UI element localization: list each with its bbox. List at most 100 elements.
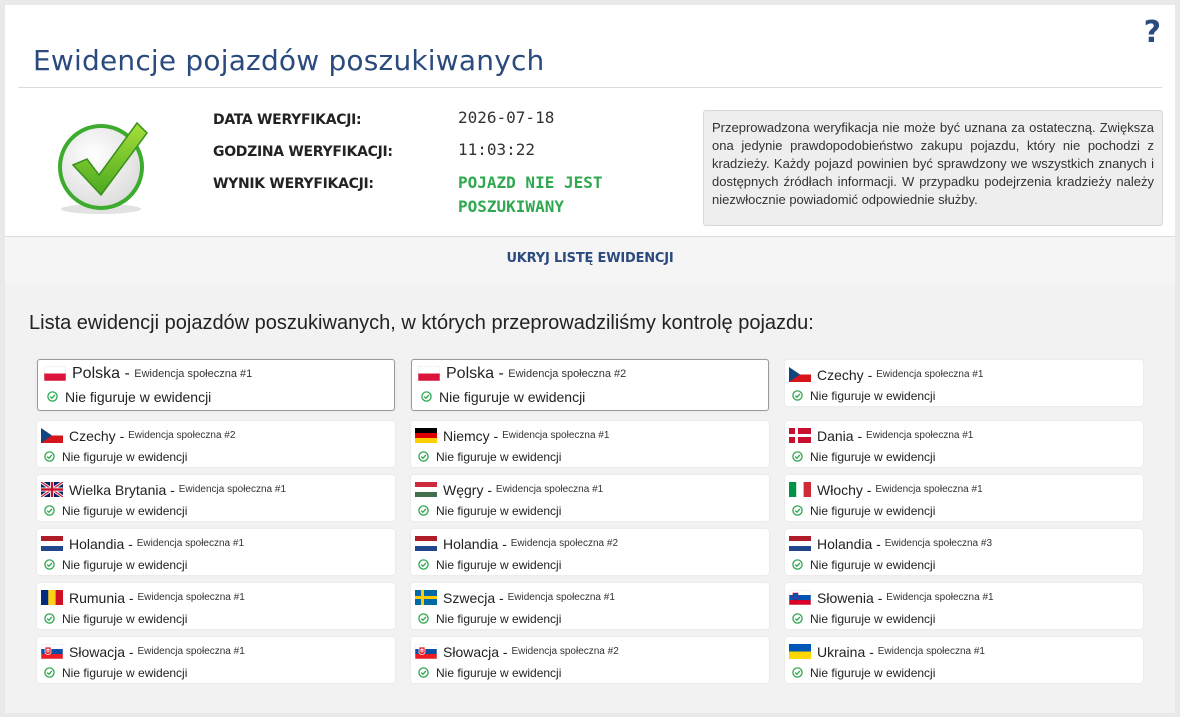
registry-status: Nie figuruje w ewidencji [418,558,561,572]
registry-card[interactable]: Holandia - Ewidencja społeczna #2 Nie fig… [411,529,769,575]
registry-name: Ewidencja społeczna #3 [884,538,993,549]
registry-card[interactable]: Szwecja - Ewidencja społeczna #1 Nie figu… [411,583,769,629]
flag-nl-icon [789,535,811,551]
registry-name: Ewidencja społeczna #1 [876,369,984,380]
flag-ua-icon [789,643,811,659]
registry-title: Niemcy - Ewidencja społeczna #1 [415,427,609,444]
status-text: Nie figuruje w ewidencji [436,504,562,518]
status-text: Nie figuruje w ewidencji [810,612,936,626]
check-circle-icon [792,612,803,624]
flag-cz-icon [41,427,63,443]
country-name: Czechy [817,367,864,383]
separator: - [483,482,496,498]
registry-name: Ewidencja społeczna #1 [875,484,983,495]
registry-card[interactable]: Węgry - Ewidencja społeczna #1 Nie figuru… [411,475,769,521]
flag-cz-icon [789,366,811,382]
flag-de-icon [415,427,437,443]
registry-card[interactable]: Rumunia - Ewidencja społeczna #1 Nie figu… [37,583,395,629]
flag-se-icon [415,589,437,605]
separator: - [853,428,867,444]
registry-title: Holandia - Ewidencja społeczna #1 [41,535,245,552]
registry-card[interactable]: Słowacja - Ewidencja społeczna #1 Nie fig… [37,637,395,683]
registry-name: Ewidencja społeczna #1 [495,484,604,495]
status-text: Nie figuruje w ewidencji [439,389,586,405]
status-text: Nie figuruje w ewidencji [62,504,188,518]
flag-pl-icon [417,365,441,381]
registry-status: Nie figuruje w ewidencji [792,504,935,518]
registry-status: Nie figuruje w ewidencji [421,390,585,404]
registry-status: Nie figuruje w ewidencji [47,390,211,404]
result-label: WYNIK WERYFIKACJI: [213,176,374,192]
registry-status: Nie figuruje w ewidencji [792,666,935,680]
registry-name: Ewidencja społeczna #1 [507,592,615,603]
check-circle-icon [47,390,58,402]
registry-name: Ewidencja społeczna #2 [510,538,619,549]
registry-title: Włochy - Ewidencja społeczna #1 [789,481,983,498]
toggle-band: UKRYJ LISTĘ EWIDENCJI [5,236,1175,286]
disclaimer-note: Przeprowadzona weryfikacja nie może być … [703,110,1163,226]
flag-ro-icon [41,589,63,605]
flag-hu-icon [415,481,437,497]
separator: - [872,536,885,552]
separator: - [124,536,137,552]
registry-card[interactable]: Holandia - Ewidencja społeczna #1 Nie fig… [37,529,395,575]
registry-card[interactable]: Niemcy - Ewidencja społeczna #1 Nie figur… [411,421,769,467]
registry-card[interactable]: Wielka Brytania - Ewidencja społeczna #1… [37,475,395,521]
check-circle-icon [418,558,429,570]
check-circle-icon [792,558,803,570]
check-circle-icon [44,612,55,624]
registry-card[interactable]: Holandia - Ewidencja społeczna #3 Nie fig… [785,529,1143,575]
registry-title: Czechy - Ewidencja społeczna #1 [789,366,984,383]
check-circle-icon [44,666,55,678]
registry-name: Ewidencja społeczna #1 [136,538,245,549]
separator: - [125,644,138,660]
result-value: POJAZD NIE JEST POSZUKIWANY [458,173,603,216]
main-panel: ? Ewidencje pojazdów poszukiwanych DATA … [5,5,1175,713]
registry-title: Wielka Brytania - Ewidencja społeczna #1 [40,480,286,498]
flag-pl-icon [43,365,67,381]
registry-card[interactable]: Ukraina - Ewidencja społeczna #1 Nie figu… [785,637,1143,683]
registry-status: Nie figuruje w ewidencji [44,666,187,680]
registry-name: Ewidencja społeczna #1 [137,646,245,657]
check-circle-icon [792,389,803,401]
status-text: Nie figuruje w ewidencji [436,666,562,680]
status-text: Nie figuruje w ewidencji [65,389,212,405]
registry-status: Nie figuruje w ewidencji [418,450,561,464]
registry-card[interactable]: Polska - Ewidencja społeczna #2 Nie figur… [411,359,769,411]
check-circle-icon [418,504,429,516]
country-name: Holandia [817,536,873,552]
registry-title: Holandia - Ewidencja społeczna #3 [789,535,993,552]
country-name: Dania [817,428,854,444]
registry-card[interactable]: Dania - Ewidencja społeczna #1 Nie figuru… [785,421,1143,467]
registry-title: Szwecja - Ewidencja społeczna #1 [415,589,615,606]
date-value: 2026-07-18 [458,108,555,127]
registry-title: Ukraina - Ewidencja społeczna #1 [789,643,985,660]
registry-status: Nie figuruje w ewidencji [792,389,935,403]
country-name: Polska [446,365,495,382]
registry-status: Nie figuruje w ewidencji [418,504,561,518]
flag-it-icon [789,481,811,497]
separator: - [120,365,135,382]
time-value: 11:03:22 [458,140,536,159]
verification-values: 2026-07-18 11:03:22 POJAZD NIE JEST POSZ… [458,107,658,219]
registry-card[interactable]: Włochy - Ewidencja społeczna #1 Nie figur… [785,475,1143,521]
flag-sk-icon [414,643,438,659]
help-icon[interactable]: ? [1144,15,1161,50]
status-text: Nie figuruje w ewidencji [810,450,936,464]
registry-card[interactable]: Słowenia - Ewidencja społeczna #1 Nie fig… [785,583,1143,629]
check-circle-icon [418,612,429,624]
separator: - [495,590,508,606]
flag-nl-icon [41,535,63,551]
check-circle-icon [418,450,429,462]
registry-card[interactable]: Czechy - Ewidencja społeczna #1 Nie figur… [785,360,1143,406]
check-circle-icon [44,450,55,462]
registry-card[interactable]: Polska - Ewidencja społeczna #1 Nie figur… [37,359,395,411]
hide-list-button[interactable]: UKRYJ LISTĘ EWIDENCJI [5,251,1175,266]
registry-card[interactable]: Czechy - Ewidencja społeczna #2 Nie figur… [37,421,395,467]
registry-title: Słowenia - Ewidencja społeczna #1 [788,589,994,606]
country-name: Węgry [443,482,484,498]
separator: - [166,482,179,498]
verification-labels: DATA WERYFIKACJI: GODZINA WERYFIKACJI: W… [213,109,393,205]
registry-card[interactable]: Słowacja - Ewidencja społeczna #2 Nie fig… [411,637,769,683]
status-text: Nie figuruje w ewidencji [62,450,188,464]
